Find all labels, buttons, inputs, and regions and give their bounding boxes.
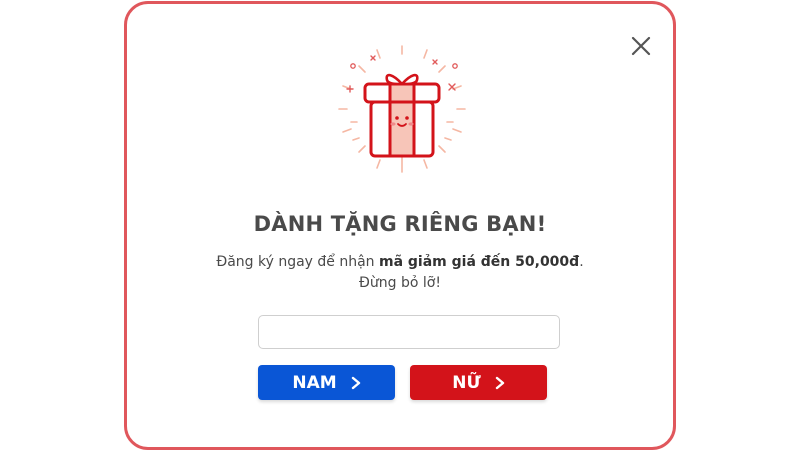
- close-icon: [631, 36, 651, 56]
- gift-illustration: [337, 44, 467, 176]
- email-input[interactable]: [258, 315, 560, 349]
- discount-highlight: mã giảm giá đến 50,000đ: [379, 254, 580, 270]
- modal-title: DÀNH TẶNG RIÊNG BẠN!: [253, 212, 547, 236]
- signup-modal: DÀNH TẶNG RIÊNG BẠN! Đăng ký ngay để nhậ…: [124, 1, 676, 450]
- male-button[interactable]: NAM: [258, 365, 395, 400]
- description-line2: Đừng bỏ lỡ!: [359, 275, 441, 291]
- male-button-label: NAM: [292, 372, 337, 393]
- chevron-right-icon: [351, 376, 360, 389]
- close-button[interactable]: [629, 34, 653, 58]
- description-suffix: .: [579, 254, 584, 270]
- modal-description: Đăng ký ngay để nhận mã giảm giá đến 50,…: [127, 252, 673, 294]
- female-button-label: NỮ: [452, 372, 481, 393]
- description-prefix: Đăng ký ngay để nhận: [216, 254, 379, 270]
- female-button[interactable]: NỮ: [410, 365, 547, 400]
- gift-icon: [338, 45, 466, 173]
- chevron-right-icon: [495, 376, 504, 389]
